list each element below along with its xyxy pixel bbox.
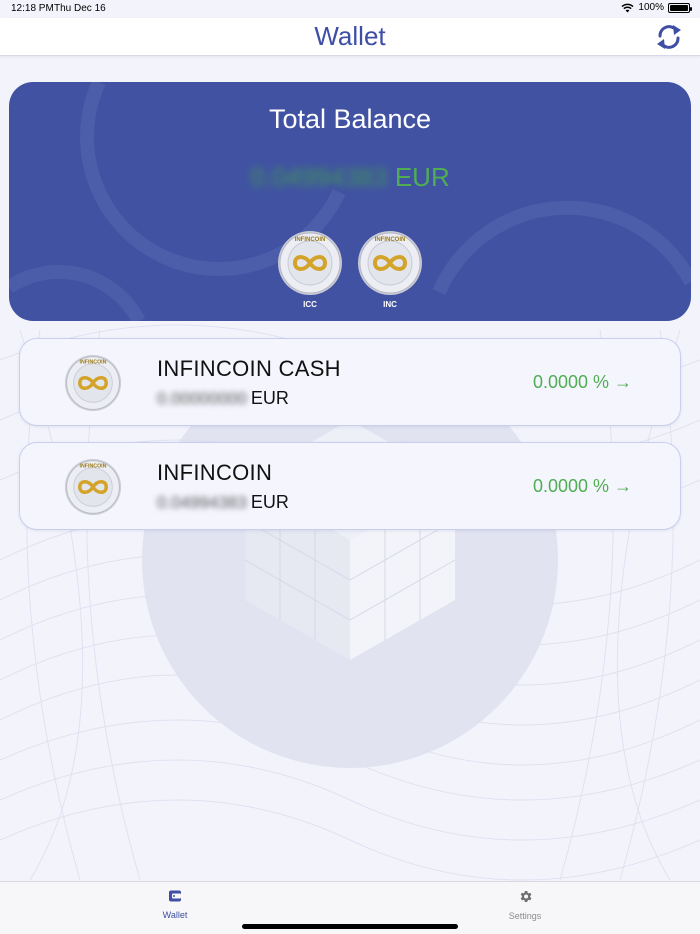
status-indicators: 100% <box>621 2 692 13</box>
status-time: 12:18 PM <box>11 3 54 14</box>
coin-shortcut-icc[interactable]: INFINCOIN ICC <box>277 230 343 309</box>
coin-row-infincoin-cash[interactable]: INFINCOIN INFINCOIN CASH 0.00000000 EUR 0… <box>19 338 681 426</box>
coin-name: INFINCOIN CASH <box>157 356 341 381</box>
battery-icon <box>668 2 692 13</box>
wallet-icon <box>169 890 181 902</box>
total-balance-title: Total Balance <box>268 104 432 134</box>
nav-bar: Wallet <box>0 18 700 56</box>
coin-balance: 0.00000000 EUR <box>157 388 289 409</box>
total-balance-currency: EUR <box>394 162 450 192</box>
coin-ring-text: INFINCOIN <box>295 237 326 243</box>
coin-shortcut-inc[interactable]: INFINCOIN INC <box>357 230 423 309</box>
coin-balance-value: 0.00000000 <box>157 389 247 408</box>
coin-shortcuts: INFINCOIN ICC INFINCOIN INC <box>9 230 691 309</box>
battery-percent: 100% <box>638 2 664 13</box>
coin-balance-currency: EUR <box>250 492 289 512</box>
tab-wallet[interactable]: Wallet <box>135 889 215 920</box>
coin-ring-text: INFINCOIN <box>375 237 406 243</box>
tab-label: Settings <box>508 911 542 921</box>
total-balance-card: Total Balance 0.04994383 EUR INFINCOIN I… <box>9 82 691 321</box>
coin-balance-value: 0.04994383 <box>157 493 247 512</box>
total-balance-value: 0.04994383 <box>250 162 388 192</box>
wifi-icon <box>621 3 634 12</box>
page-title: Wallet <box>314 21 386 51</box>
infincoin-coin-icon: INFINCOIN <box>358 231 422 295</box>
infincoin-coin-icon: INFINCOIN <box>64 458 122 516</box>
coin-balance-currency: EUR <box>250 388 289 408</box>
tab-settings[interactable]: Settings <box>485 889 565 921</box>
coin-change-percent: 0.0000 % → <box>532 372 632 392</box>
total-balance-amount: 0.04994383 EUR <box>9 162 691 193</box>
coin-name: INFINCOIN <box>157 460 273 485</box>
tab-label: Wallet <box>162 910 188 920</box>
coin-change-percent: 0.0000 % → <box>532 476 632 496</box>
infincoin-coin-icon: INFINCOIN <box>64 354 122 412</box>
coin-balance: 0.04994383 EUR <box>157 492 289 513</box>
home-indicator <box>242 924 458 929</box>
coin-row-infincoin[interactable]: INFINCOIN INFINCOIN 0.04994383 EUR 0.0000… <box>19 442 681 530</box>
gear-icon <box>520 891 531 902</box>
status-date: Thu Dec 16 <box>54 3 106 14</box>
coin-shortcut-label: ICC <box>303 300 317 309</box>
status-bar: 12:18 PM Thu Dec 16 100% <box>0 0 700 18</box>
refresh-icon[interactable] <box>654 21 684 53</box>
coin-ring-text: INFINCOIN <box>80 360 107 366</box>
coin-ring-text: INFINCOIN <box>80 464 107 470</box>
coin-shortcut-label: INC <box>383 300 397 309</box>
infincoin-coin-icon: INFINCOIN <box>278 231 342 295</box>
